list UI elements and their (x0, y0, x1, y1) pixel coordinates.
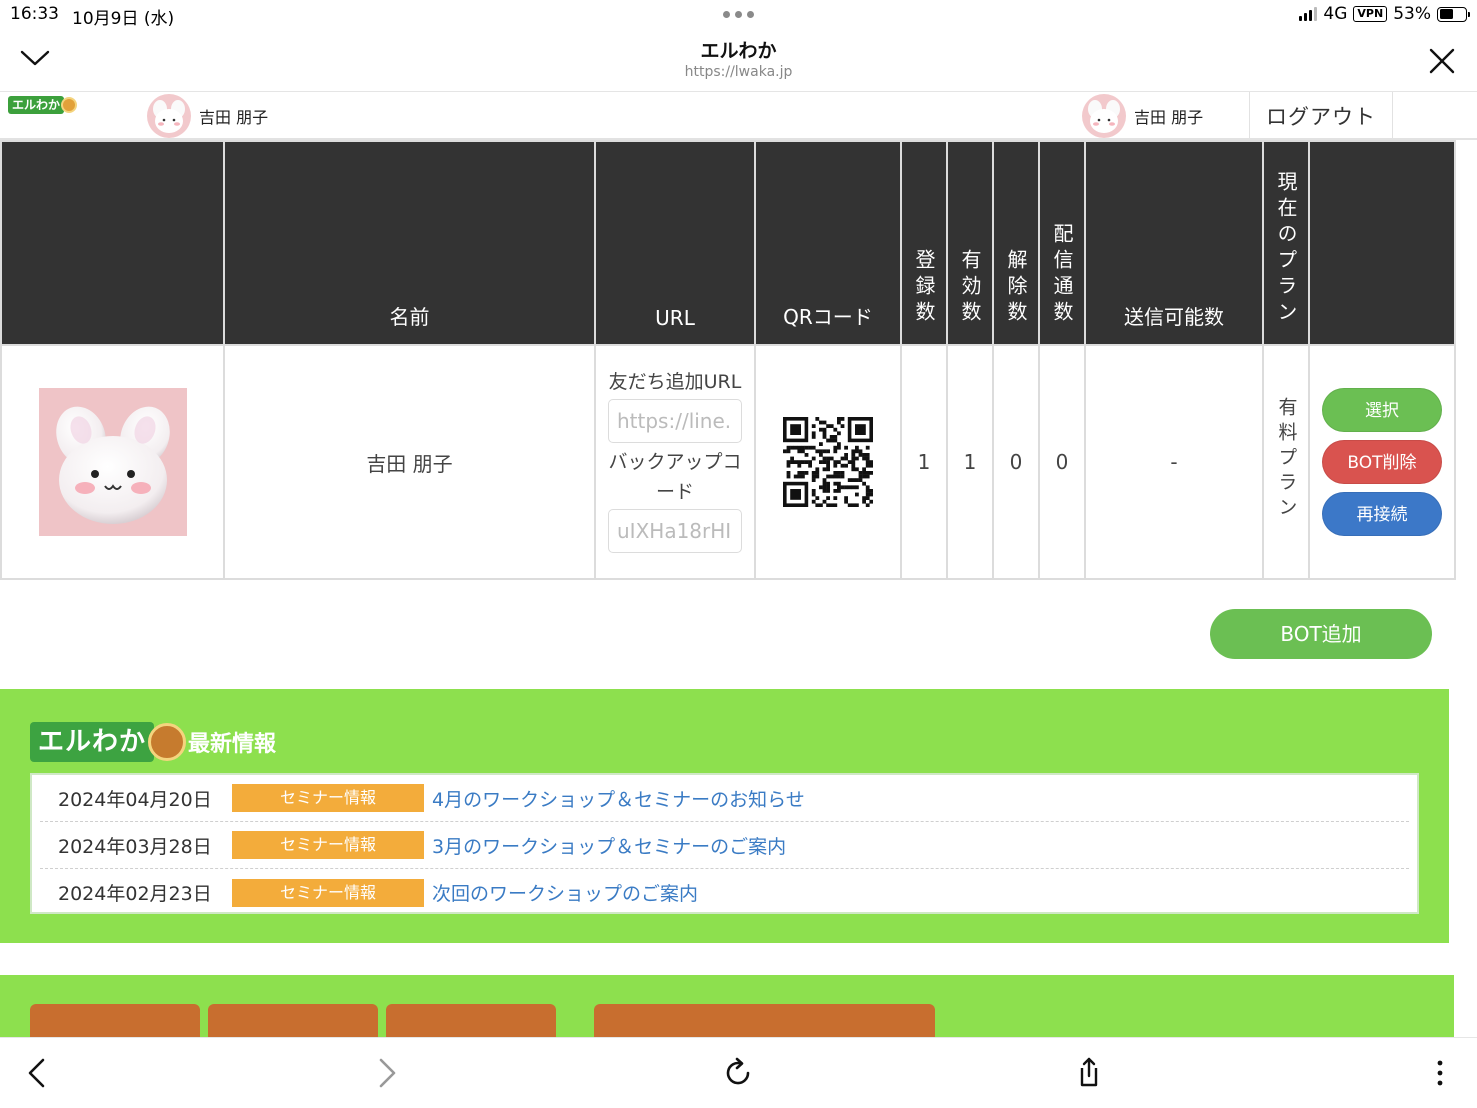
header-plan: 現在のプラン (1262, 140, 1310, 346)
status-date: 10月9日 (水) (72, 9, 175, 29)
url-cell: 友だち追加URL バックアップコード (594, 344, 756, 580)
header-sendable: 送信可能数 (1084, 140, 1264, 346)
nav-user[interactable]: 吉田 朋子 (147, 94, 268, 138)
header-deliveries: 配信通数 (1038, 140, 1086, 346)
news-date: 2024年04月20日 (58, 788, 212, 811)
table-row: 吉田 朋子 友だち追加URL バックアップコード 1 1 0 0 - 有料プラン… (0, 344, 1456, 580)
news-category-badge: セミナー情報 (232, 831, 424, 859)
delivery-count: 0 (1038, 344, 1086, 580)
news-date: 2024年03月28日 (58, 835, 212, 858)
list-item: 2024年04月20日 セミナー情報 4月のワークショップ＆セミナーのお知らせ (40, 775, 1409, 822)
browser-toolbar (0, 1037, 1477, 1108)
logout-button[interactable]: ログアウト (1249, 92, 1393, 139)
list-item: 2024年03月28日 セミナー情報 3月のワークショップ＆セミナーのご案内 (40, 822, 1409, 869)
bot-profile-image (38, 388, 187, 536)
registered-count: 1 (900, 344, 948, 580)
account-menu[interactable]: 吉田 朋子 (1082, 94, 1203, 138)
battery-fill (1439, 9, 1453, 19)
reload-icon[interactable] (720, 1055, 756, 1091)
header-valid: 有効数 (946, 140, 994, 346)
header-cancelled: 解除数 (992, 140, 1040, 346)
monkey-logo-icon (61, 97, 78, 113)
share-icon[interactable] (1071, 1055, 1107, 1091)
status-time: 16:33 (10, 4, 59, 24)
backup-code-label: バックアップコード (608, 451, 742, 503)
battery-percent: 53% (1393, 4, 1431, 24)
list-item: 2024年02月23日 セミナー情報 次回のワークショップのご案内 (40, 869, 1409, 916)
close-icon[interactable] (1428, 47, 1456, 75)
plan-value: 有料プラン (1275, 397, 1298, 522)
cellular-signal-icon (1299, 7, 1318, 21)
vpn-badge: VPN (1353, 6, 1388, 22)
menu-section (0, 975, 1454, 1044)
qr-cell (754, 344, 902, 580)
news-link[interactable]: 3月のワークショップ＆セミナーのご案内 (432, 832, 786, 859)
news-link[interactable]: 4月のワークショップ＆セミナーのお知らせ (432, 785, 805, 812)
battery-icon (1437, 6, 1470, 22)
sendable-count: - (1084, 344, 1264, 580)
news-section: エルわか 最新情報 2024年04月20日 セミナー情報 4月のワークショップ＆… (0, 689, 1449, 943)
table-header-row: 名前 URL QRコード 登録数 有効数 解除数 配信通数 送信可能数 現在のプ… (0, 140, 1456, 346)
header-registered-label: 登録数 (912, 249, 936, 327)
status-indicators: 4G VPN 53% (1299, 4, 1470, 24)
back-arrow-icon[interactable] (20, 1055, 56, 1091)
account-name: 吉田 朋子 (1134, 108, 1204, 127)
account-avatar (1082, 94, 1126, 138)
app-nav-bar: エルわか 吉田 朋子 吉田 朋子 ログアウト (0, 91, 1477, 140)
header-actions (1308, 140, 1456, 346)
bot-delete-button[interactable]: BOT削除 (1322, 440, 1442, 484)
header-registered: 登録数 (900, 140, 948, 346)
bot-table: 名前 URL QRコード 登録数 有効数 解除数 配信通数 送信可能数 現在のプ… (0, 140, 1456, 580)
news-list: 2024年04月20日 セミナー情報 4月のワークショップ＆セミナーのお知らせ … (30, 773, 1419, 914)
bot-name: 吉田 朋子 (223, 344, 596, 580)
news-category-badge: セミナー情報 (232, 784, 424, 812)
network-type: 4G (1323, 4, 1348, 24)
app-logo-text: エルわか (8, 96, 65, 114)
plan-cell: 有料プラン (1262, 344, 1310, 580)
header-name: 名前 (223, 140, 596, 346)
header-plan-label: 現在のプラン (1274, 171, 1298, 327)
app-logo[interactable]: エルわか (8, 96, 78, 114)
news-date: 2024年02月23日 (58, 883, 212, 905)
bot-add-button[interactable]: BOT追加 (1210, 609, 1432, 659)
header-deliveries-label: 配信通数 (1050, 223, 1074, 327)
status-bar: 16:33 10月9日 (水) 4G VPN 53% (0, 0, 1477, 30)
header-valid-label: 有効数 (958, 249, 982, 327)
reconnect-button[interactable]: 再接続 (1322, 492, 1442, 536)
actions-cell: 選択 BOT削除 再接続 (1308, 344, 1456, 580)
header-image (0, 140, 225, 346)
news-title: エルわか 最新情報 (30, 722, 276, 762)
news-heading: 最新情報 (188, 732, 277, 757)
backup-code-field[interactable] (608, 509, 742, 553)
friend-url-label: 友だち追加URL (608, 371, 742, 393)
more-vertical-icon[interactable] (1422, 1055, 1458, 1091)
page-title: エルわか (700, 40, 777, 62)
select-button[interactable]: 選択 (1322, 388, 1442, 432)
valid-count: 1 (946, 344, 994, 580)
multitasking-dots-icon[interactable] (723, 11, 754, 18)
news-logo-text: エルわか (30, 722, 155, 762)
friend-url-field[interactable] (608, 399, 742, 443)
nav-user-name: 吉田 朋子 (199, 108, 269, 127)
forward-arrow-icon[interactable] (368, 1055, 404, 1091)
bot-image-cell (0, 344, 225, 580)
monkey-logo-icon (148, 723, 187, 761)
header-qr: QRコード (754, 140, 902, 346)
cancelled-count: 0 (992, 344, 1040, 580)
news-category-badge: セミナー情報 (232, 878, 424, 907)
avatar (147, 94, 191, 138)
qr-code-image[interactable] (783, 417, 873, 507)
page-url: https://lwaka.jp (684, 64, 793, 80)
header-cancelled-label: 解除数 (1004, 249, 1028, 327)
header-url: URL (594, 140, 756, 346)
news-link[interactable]: 次回のワークショップのご案内 (432, 879, 698, 906)
